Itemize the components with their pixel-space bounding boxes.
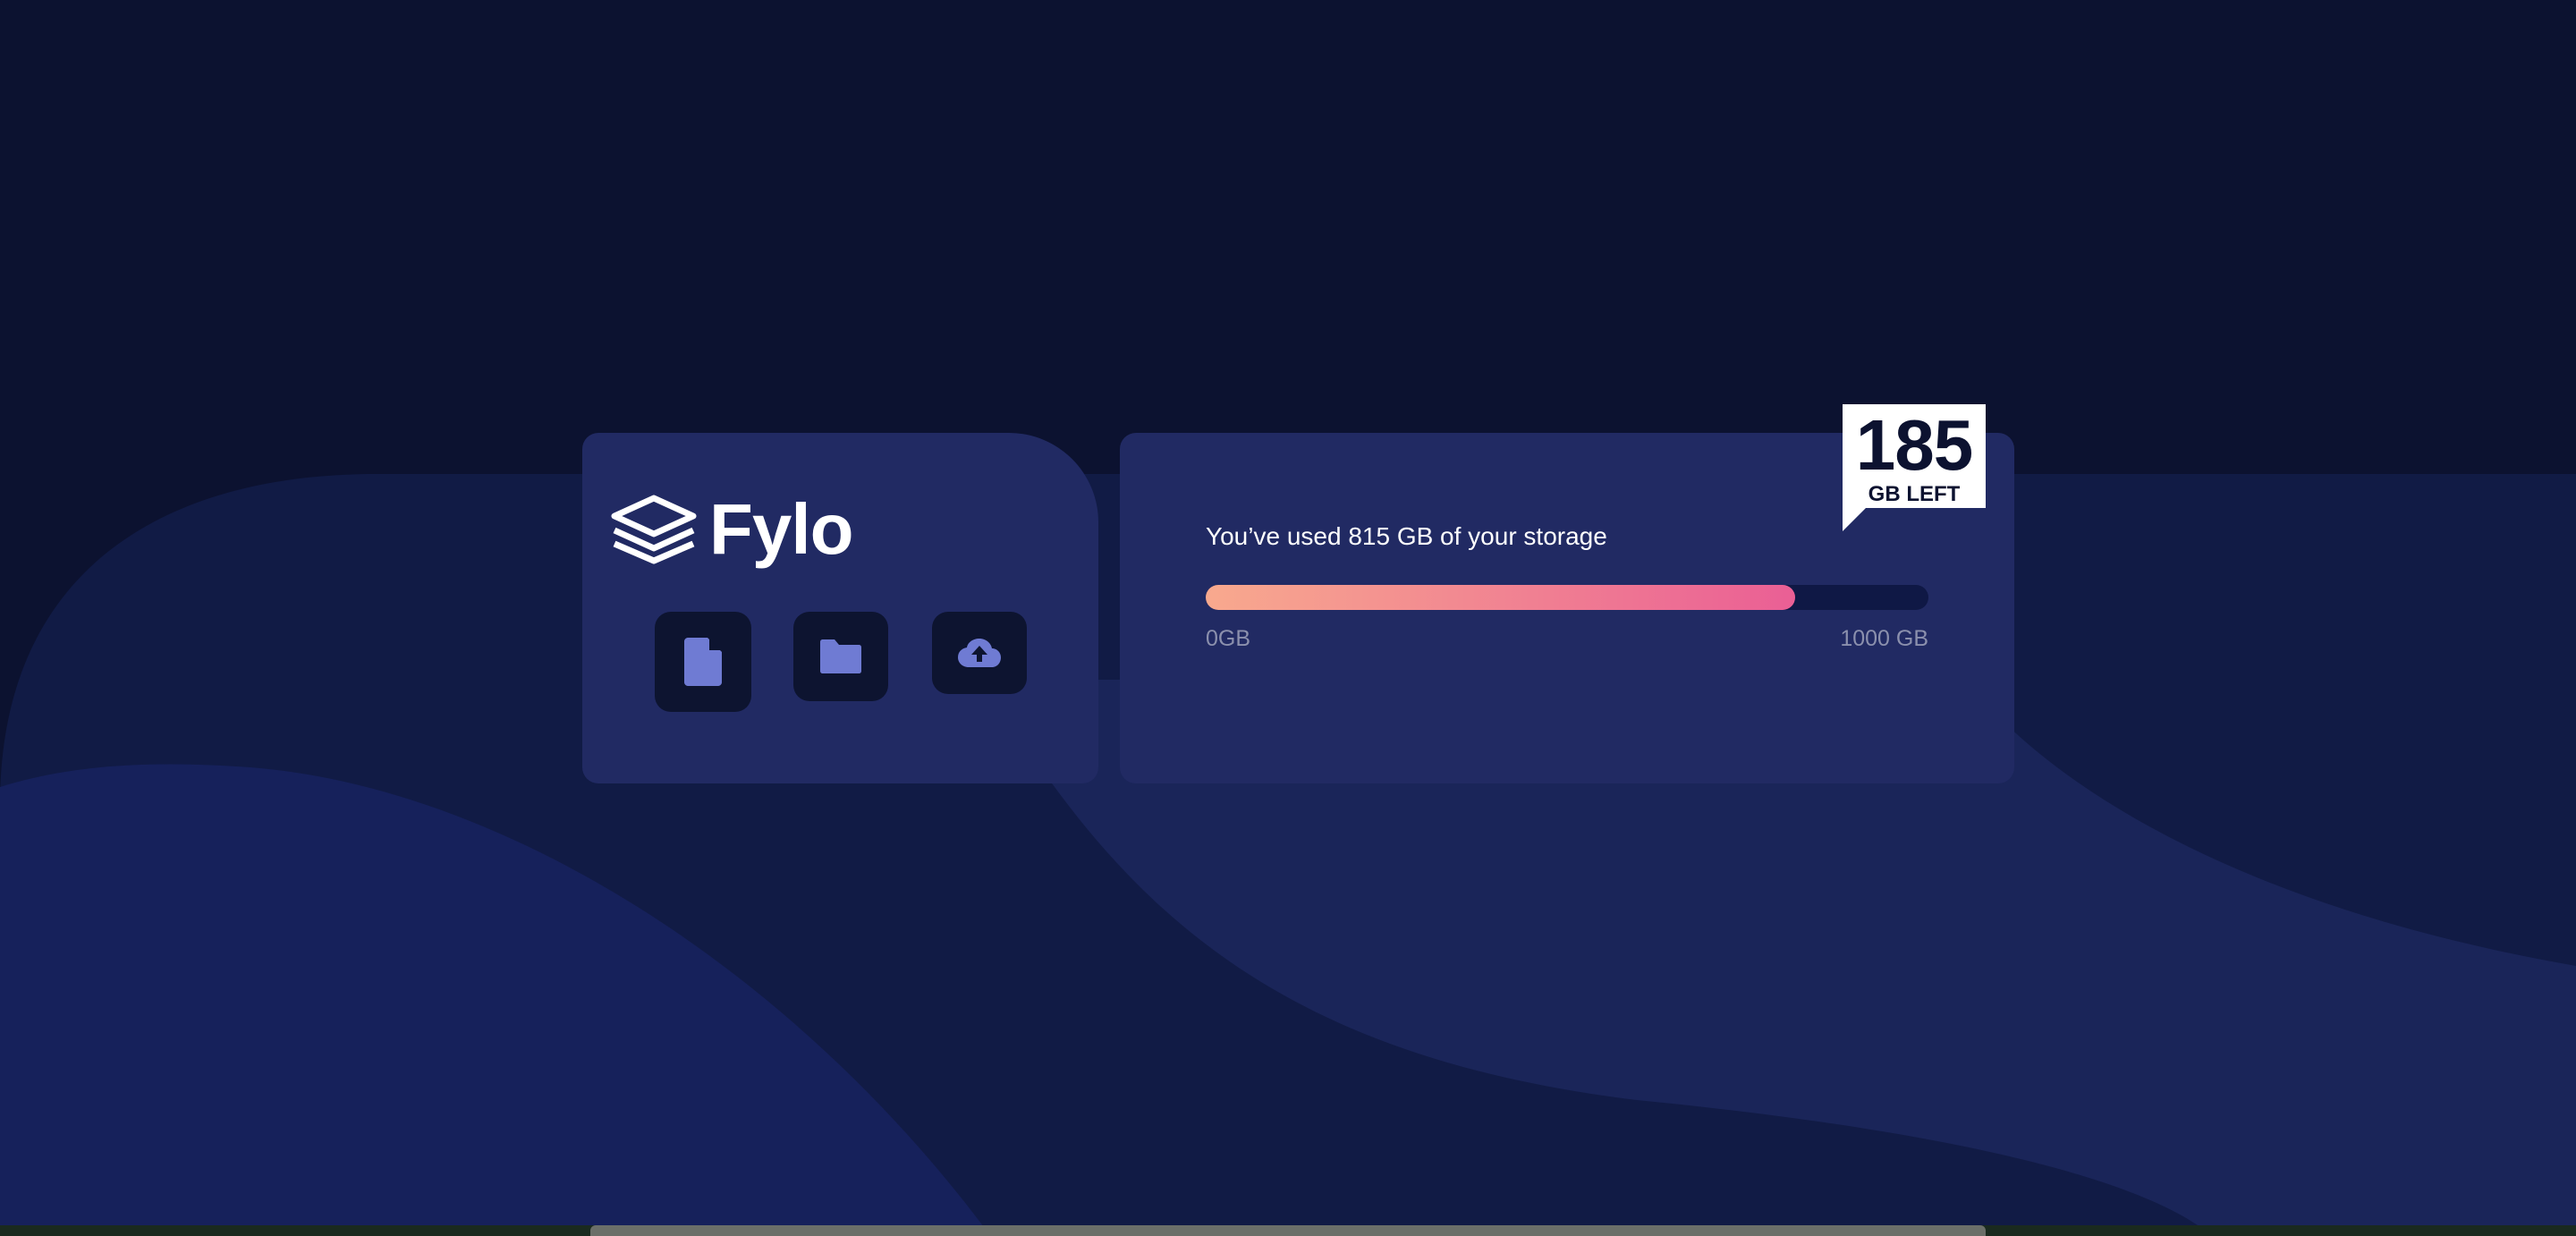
badge-tail <box>1843 508 1866 531</box>
storage-min-label: 0GB <box>1206 626 1251 651</box>
brand-logo: Fylo <box>611 489 853 569</box>
storage-remaining-badge: 185 GB LEFT <box>1843 404 1986 508</box>
cloud-upload-icon <box>958 639 1001 667</box>
remaining-label: GB LEFT <box>1868 482 1961 506</box>
stacked-layers-icon <box>611 495 697 564</box>
bottom-tab-edge <box>590 1225 1986 1236</box>
storage-usage-text: You’ve used 815 GB of your storage <box>1206 522 1607 550</box>
document-button[interactable] <box>655 612 751 712</box>
storage-max-label: 1000 GB <box>1840 626 1928 651</box>
folder-button[interactable] <box>793 612 888 701</box>
page-background: Fylo You’ve used 815 GB of your storage … <box>0 0 2576 1236</box>
brand-name: Fylo <box>709 489 853 569</box>
remaining-number: 185 <box>1855 405 1973 485</box>
brand-card: Fylo <box>582 433 1098 783</box>
upload-button[interactable] <box>932 612 1027 694</box>
storage-progress-bar <box>1206 585 1928 610</box>
folder-icon <box>820 639 861 673</box>
document-icon <box>684 638 722 686</box>
storage-progress-fill <box>1206 585 1795 610</box>
